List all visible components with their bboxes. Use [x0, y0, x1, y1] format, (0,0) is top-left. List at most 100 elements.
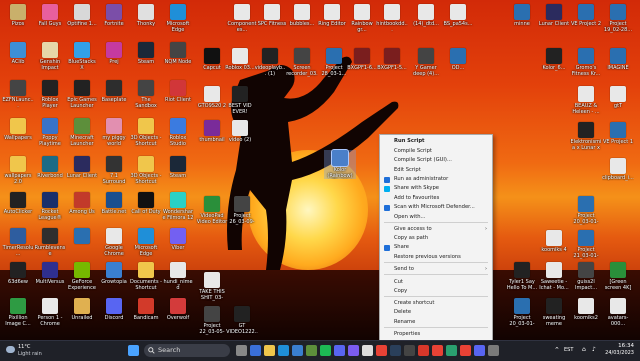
desktop-icon[interactable]: Microsoft Edge — [162, 4, 194, 33]
roblox-icon[interactable] — [362, 345, 373, 356]
desktop-icon[interactable]: Rocket League® — [34, 192, 66, 221]
desktop-icon[interactable]: Rainbow gr... — [346, 4, 378, 33]
desktop-icon[interactable]: Unrailed — [66, 298, 98, 321]
edge-dev-icon[interactable] — [446, 345, 457, 356]
desktop-icon[interactable]: Documents - Shortcut — [130, 262, 162, 291]
desktop-icon[interactable]: Ring Editor — [316, 4, 348, 27]
clock[interactable]: 16:34 24/03/2023 — [605, 343, 634, 357]
context-menu-item[interactable]: Compile Script — [394, 148, 432, 155]
desktop-icon[interactable]: 63d6ew — [2, 262, 34, 285]
desktop-icon[interactable]: Steam — [130, 42, 162, 65]
minecraft-icon[interactable] — [306, 345, 317, 356]
desktop-icon[interactable]: Wondershare Filmora 12 — [162, 192, 194, 221]
network-icon[interactable]: ⌂ — [582, 346, 586, 353]
desktop-icon[interactable]: my piggy world — [98, 118, 130, 147]
context-menu-item[interactable]: Share with Skype — [394, 185, 439, 192]
desktop-icon[interactable]: Overwolf — [162, 298, 194, 321]
desktop-icon[interactable]: Project 26_03-09-2... — [226, 196, 258, 225]
desktop-icon[interactable]: Roblox Player — [34, 80, 66, 109]
desktop-icon[interactable]: Viber — [162, 228, 194, 251]
context-menu-item[interactable]: Send to — [394, 266, 414, 273]
context-menu-item[interactable]: Run Script — [394, 138, 425, 145]
desktop-icon[interactable]: Minecraft Launcher — [66, 118, 98, 147]
volume-icon[interactable]: ♪ — [592, 346, 596, 353]
desktop-icon[interactable]: BEST VID EVER! — [224, 86, 256, 115]
messenger-icon[interactable] — [348, 345, 359, 356]
desktop-icon[interactable]: 3D Objects - Shortcut — [130, 156, 162, 185]
desktop-icon[interactable]: Prej — [98, 42, 130, 65]
desktop-icon[interactable]: Y Gamer deep (4)... — [410, 48, 442, 77]
desktop-icon[interactable]: VideoPad Video Editor — [196, 196, 228, 225]
chrome-icon[interactable] — [376, 345, 387, 356]
desktop-icon[interactable]: Project 21_03-01-2... — [570, 230, 602, 259]
desktop-icon[interactable]: 3D Objects - Shortcut — [130, 118, 162, 147]
context-menu-item[interactable]: Copy as path — [394, 235, 428, 242]
language-indicator[interactable]: EST — [564, 347, 573, 353]
desktop-icon[interactable]: Person 1 - Chrome — [34, 298, 66, 327]
desktop-icon[interactable]: Kolor_6... — [538, 48, 570, 71]
desktop-icon[interactable]: The Sandbox Maker — [130, 80, 162, 109]
context-menu-item[interactable]: Copy — [394, 288, 407, 295]
desktop-icon[interactable]: VE Project 1 — [602, 122, 634, 145]
desktop-icon[interactable]: BEAUZ & Heleen - ... — [570, 86, 602, 115]
desktop-icon[interactable]: Roblox Studio — [162, 118, 194, 147]
desktop-icon[interactable]: Elektronismia x Lunar x ... — [570, 122, 602, 151]
desktop-icon[interactable]: wallpapers 2.0 — [2, 156, 34, 185]
desktop-icon[interactable]: MultiVersus — [34, 262, 66, 285]
desktop-icon[interactable]: Google Chrome — [98, 228, 130, 257]
context-menu-item[interactable]: Share — [394, 244, 409, 251]
desktop-icon[interactable]: videoplayb... (1) — [254, 48, 286, 77]
desktop-icon[interactable]: Project 20_03-01-2... — [570, 196, 602, 225]
context-menu-item[interactable]: Add to Favourites — [394, 195, 439, 202]
desktop-icon[interactable]: Gromo's Fitness Kr... — [570, 48, 602, 77]
chrome-2-icon[interactable] — [460, 345, 471, 356]
tray-chevron-icon[interactable]: ⌃ — [554, 346, 560, 354]
steam-icon[interactable] — [390, 345, 401, 356]
desktop-icon[interactable]: Project 22_03-05-2... — [196, 306, 228, 335]
desktop-icon[interactable]: koomiks 4 — [538, 230, 570, 253]
desktop-icon[interactable]: bubbles... — [286, 4, 318, 27]
desktop-icon[interactable]: Tyler1 Say Hello To M... — [506, 262, 538, 291]
desktop-icon[interactable]: Riverbond — [34, 156, 66, 179]
desktop-icon[interactable]: gtT — [602, 86, 634, 109]
desktop-icon[interactable]: Wallpapers — [2, 118, 34, 141]
desktop-icon[interactable]: Optifine 1... — [66, 4, 98, 27]
store-icon[interactable] — [292, 345, 303, 356]
music-icon[interactable] — [432, 345, 443, 356]
desktop-icon[interactable] — [66, 228, 98, 245]
context-menu-item[interactable]: Give access to — [394, 226, 432, 233]
game-icon[interactable] — [488, 345, 499, 356]
desktop-icon[interactable]: guiss2l Impact... — [570, 262, 602, 291]
desktop-icon[interactable]: SPC Fitness — [256, 4, 288, 27]
desktop-icon[interactable]: minne — [506, 4, 538, 27]
desktop-icon[interactable]: (14)_dtd... — [410, 4, 442, 27]
desktop-icon[interactable]: hundi_nimed — [162, 262, 194, 291]
desktop-icon[interactable]: BlueStacks X — [66, 42, 98, 71]
obs-icon[interactable] — [404, 345, 415, 356]
desktop-icon[interactable]: TimerResolu... — [2, 228, 34, 257]
desktop-icon[interactable]: Pixillion Image C... — [2, 298, 34, 327]
desktop-icon[interactable]: Riot Client — [162, 80, 194, 103]
desktop-icon[interactable]: Screen recorder_03... — [286, 48, 318, 77]
desktop-icon[interactable]: koomiks2 — [570, 298, 602, 321]
desktop-icon[interactable]: [Green screen 4K] Mission ... — [602, 262, 634, 291]
desktop-icon[interactable]: clipboard_i... — [602, 158, 634, 181]
desktop-icon[interactable]: Thonky — [130, 4, 162, 27]
desktop-icon[interactable]: Roblox 03... — [224, 48, 256, 71]
desktop-icon[interactable]: avatars-000... — [602, 298, 634, 327]
desktop-icon[interactable]: Fortnite — [98, 4, 130, 27]
desktop-icon[interactable]: Discord — [98, 298, 130, 321]
context-menu-item[interactable]: Open with... — [394, 214, 425, 221]
context-menu-item[interactable]: Create shortcut — [394, 300, 434, 307]
edge-icon[interactable] — [278, 345, 289, 356]
desktop-icon[interactable]: EZFNLaunc... — [2, 80, 34, 109]
file-explorer-icon[interactable] — [264, 345, 275, 356]
context-menu-item[interactable]: Delete — [394, 309, 411, 316]
desktop-icon[interactable]: Fall Guys — [34, 4, 66, 27]
desktop-icon[interactable]: BS_pa54s... — [442, 4, 474, 27]
desktop-icon[interactable]: Bandicam — [130, 298, 162, 321]
context-menu-item[interactable]: Edit Script — [394, 167, 421, 174]
desktop-icon[interactable]: Steam — [162, 156, 194, 179]
discord-icon[interactable] — [334, 345, 345, 356]
desktop-icon[interactable]: IMAGINE — [602, 48, 634, 71]
